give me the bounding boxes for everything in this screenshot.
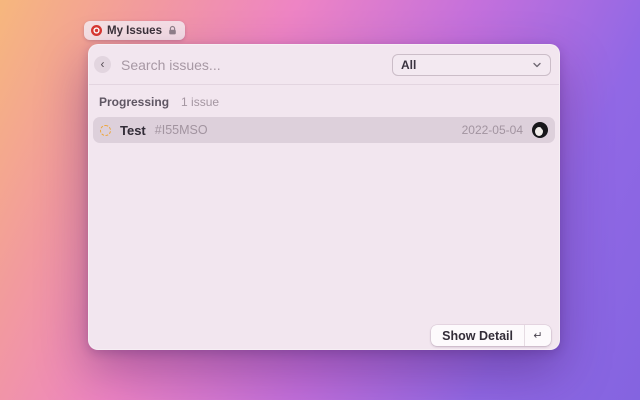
issue-id: #I55MSO xyxy=(155,123,208,137)
assignee-avatar xyxy=(532,122,548,138)
enter-key-icon: ↵ xyxy=(525,329,551,342)
app-icon xyxy=(91,25,102,36)
section-title: Progressing xyxy=(99,95,169,109)
back-button[interactable]: ‹ xyxy=(94,56,111,73)
filter-dropdown[interactable]: All xyxy=(392,54,551,76)
section-count: 1 issue xyxy=(181,95,219,109)
section-header: Progressing 1 issue xyxy=(89,85,559,115)
issues-window: ‹ All Progressing 1 issue Test #I55MSO 2… xyxy=(88,44,560,350)
issue-title: Test xyxy=(120,123,146,138)
search-input[interactable] xyxy=(121,57,382,73)
show-detail-button[interactable]: Show Detail ↵ xyxy=(431,325,551,346)
chevron-down-icon xyxy=(532,60,542,70)
show-detail-label: Show Detail xyxy=(431,329,524,343)
issue-row[interactable]: Test #I55MSO 2022-05-04 xyxy=(93,117,555,143)
filter-value: All xyxy=(401,58,526,72)
search-bar: ‹ All xyxy=(89,45,559,85)
in-progress-status-icon xyxy=(100,125,111,136)
desktop-background: My Issues ‹ All Progress xyxy=(0,0,640,400)
my-issues-tab[interactable]: My Issues xyxy=(84,21,185,40)
issue-date: 2022-05-04 xyxy=(462,123,523,137)
lock-icon xyxy=(167,25,178,36)
tab-label: My Issues xyxy=(107,25,162,37)
chevron-left-icon: ‹ xyxy=(101,57,105,72)
